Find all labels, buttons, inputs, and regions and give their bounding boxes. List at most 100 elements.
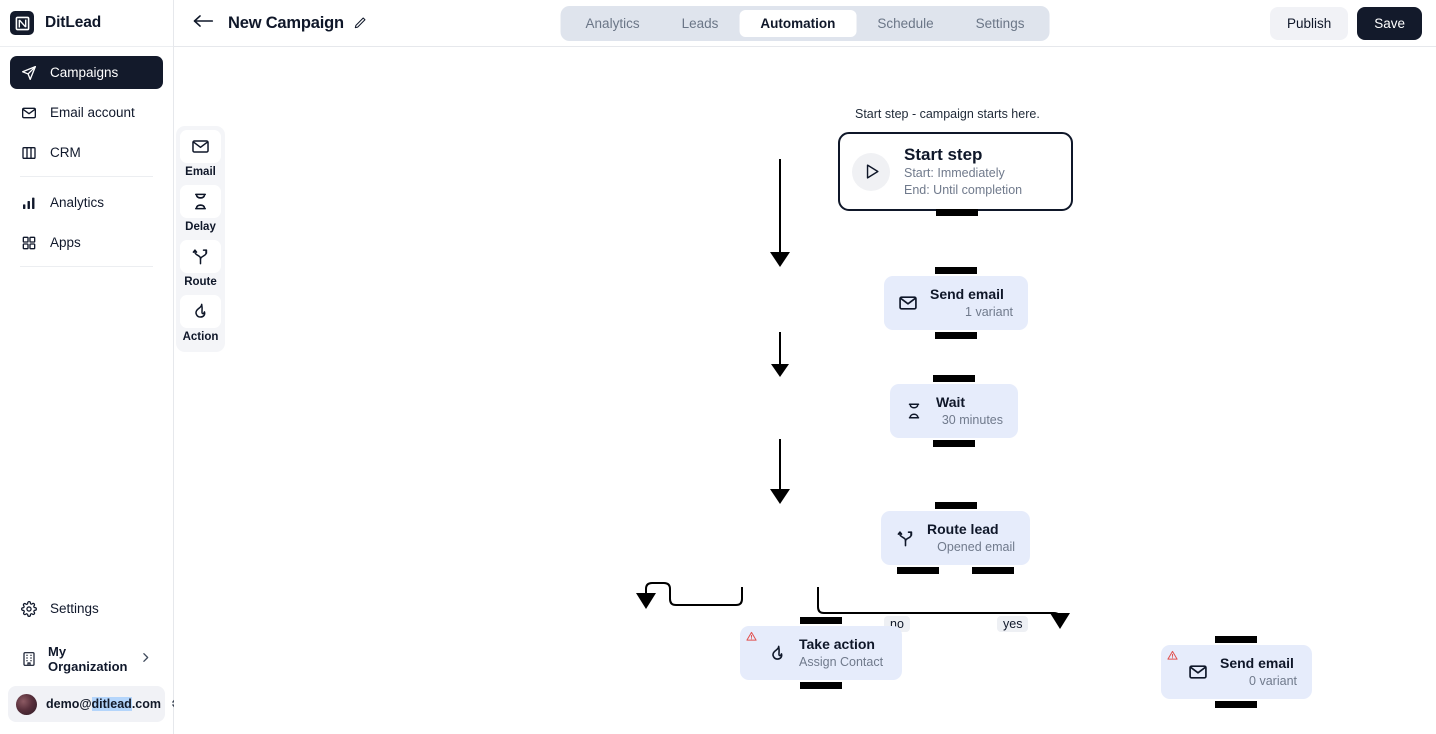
account-email-suffix: .com <box>131 697 162 711</box>
sidebar-item-apps[interactable]: Apps <box>10 226 163 259</box>
flame-icon <box>766 642 788 664</box>
publish-button[interactable]: Publish <box>1269 6 1349 40</box>
sidebar-item-campaigns[interactable]: Campaigns <box>10 56 163 89</box>
arrowhead <box>636 593 656 609</box>
sidebar-item-label: Campaigns <box>50 65 119 80</box>
node-palette: Email Delay Route Action <box>176 126 225 352</box>
node-handle-top[interactable] <box>1215 636 1257 643</box>
page-title: New Campaign <box>228 13 344 32</box>
logo-n-mark-icon <box>10 11 34 35</box>
palette-item-action[interactable]: Action <box>180 295 221 348</box>
hourglass-icon[interactable] <box>180 185 221 218</box>
palette-label: Route <box>184 276 217 288</box>
node-handle-bottom-yes[interactable] <box>972 567 1014 575</box>
sidebar-item-email-account[interactable]: Email account <box>10 96 163 129</box>
sidebar-item-label: CRM <box>50 145 81 160</box>
palette-label: Action <box>182 331 219 343</box>
node-handle-bottom-no[interactable] <box>897 567 939 575</box>
node-text: Start step Start: Immediately End: Until… <box>904 144 1022 199</box>
tab-leads[interactable]: Leads <box>661 10 740 37</box>
arrow-left-icon[interactable] <box>192 13 214 33</box>
node-body[interactable]: Route lead Opened email <box>881 502 1030 575</box>
save-button[interactable]: Save <box>1357 6 1422 40</box>
paper-plane-icon <box>21 65 37 81</box>
node-text: Route lead Opened email <box>927 521 1015 555</box>
sidebar-item-label: Apps <box>50 235 81 250</box>
node-subtitle-2: End: Until completion <box>904 183 1023 198</box>
account-email: demo@ditlead.com <box>46 697 161 711</box>
warning-triangle-icon <box>746 631 757 642</box>
node-route-lead[interactable]: Route lead Opened email <box>881 502 1030 575</box>
node-subtitle: Assign Contact <box>799 654 884 669</box>
palette-label: Email <box>185 166 216 178</box>
node-title: Wait <box>936 394 966 410</box>
tab-automation[interactable]: Automation <box>739 9 857 37</box>
sidebar-item-label: Analytics <box>50 195 105 210</box>
node-body[interactable]: Send email 1 variant <box>884 267 1028 340</box>
node-handle-bottom[interactable] <box>936 209 978 216</box>
automation-canvas[interactable]: Email Delay Route Action Start step - ca… <box>174 47 1436 734</box>
node-handle-bottom[interactable] <box>1215 701 1257 709</box>
node-text: Take action Assign Contact <box>799 636 887 670</box>
arrowhead <box>771 364 789 377</box>
node-subtitle-1: Start: Immediately <box>904 166 1005 181</box>
node-take-action[interactable]: Take action Assign Contact <box>740 617 902 690</box>
sidebar-divider-2 <box>20 266 153 267</box>
node-text: Send email 0 variant <box>1220 655 1297 689</box>
branch-arrow-icon[interactable] <box>180 240 221 273</box>
node-title: Take action <box>799 636 875 652</box>
sidebar-item-analytics[interactable]: Analytics <box>10 186 163 219</box>
node-handle-top[interactable] <box>934 502 977 509</box>
node-body[interactable]: Take action Assign Contact <box>740 617 902 690</box>
envelope-icon[interactable] <box>180 130 221 163</box>
node-body[interactable]: Start step Start: Immediately End: Until… <box>838 132 1073 216</box>
topbar: New Campaign Analytics Leads Automation … <box>174 0 1436 47</box>
node-body[interactable]: Send email 0 variant <box>1161 636 1312 709</box>
sidebar-item-label: Email account <box>50 105 135 120</box>
node-handle-top[interactable] <box>935 267 977 274</box>
palette-item-delay[interactable]: Delay <box>180 185 221 238</box>
grid-squares-icon <box>21 235 37 251</box>
node-send-email-2[interactable]: Send email 0 variant <box>1161 636 1312 709</box>
account-switcher[interactable]: demo@ditlead.com <box>8 686 179 722</box>
bar-chart-icon <box>21 195 37 211</box>
node-subtitle: 0 variant <box>1249 673 1297 688</box>
palette-item-route[interactable]: Route <box>180 240 221 293</box>
node-handle-top[interactable] <box>933 375 975 382</box>
play-icon <box>852 152 890 191</box>
branch-arrow-icon <box>894 527 916 549</box>
node-wait[interactable]: Wait 30 minutes <box>890 375 1018 448</box>
tab-analytics[interactable]: Analytics <box>565 10 661 37</box>
envelope-icon <box>897 292 919 314</box>
pencil-icon[interactable] <box>353 16 367 30</box>
building-icon <box>21 651 37 667</box>
node-start-step[interactable]: Start step Start: Immediately End: Until… <box>838 132 1073 216</box>
sidebar-item-organization[interactable]: My Organization <box>10 642 163 676</box>
node-handle-bottom[interactable] <box>935 332 977 340</box>
sidebar-nav: Campaigns Email account CRM Analytics Ap… <box>0 47 173 276</box>
chevron-right-icon <box>139 651 152 667</box>
node-body[interactable]: Wait 30 minutes <box>890 375 1018 448</box>
sidebar-item-settings[interactable]: Settings <box>10 592 163 625</box>
node-subtitle: Opened email <box>937 539 1015 554</box>
tab-settings[interactable]: Settings <box>955 10 1046 37</box>
node-handle-bottom[interactable] <box>933 440 975 448</box>
edge-label-yes: yes <box>997 616 1029 632</box>
columns-icon <box>21 145 37 161</box>
avatar <box>16 693 37 715</box>
envelope-icon <box>21 105 37 121</box>
flame-icon[interactable] <box>180 295 221 328</box>
node-handle-top[interactable] <box>800 617 842 624</box>
node-subtitle: 1 variant <box>965 304 1013 319</box>
sidebar-item-label: Settings <box>50 601 99 616</box>
brand[interactable]: DitLead <box>0 0 173 47</box>
node-send-email-1[interactable]: Send email 1 variant <box>884 267 1028 340</box>
tab-schedule[interactable]: Schedule <box>856 10 954 37</box>
sidebar-item-crm[interactable]: CRM <box>10 136 163 169</box>
node-handle-bottom[interactable] <box>800 682 842 690</box>
account-email-selected: ditlead <box>91 697 132 711</box>
start-caption: Start step - campaign starts here. <box>855 107 1040 121</box>
arrowhead <box>770 252 790 267</box>
palette-item-email[interactable]: Email <box>180 130 221 183</box>
sidebar: DitLead Campaigns Email account CRM Anal… <box>0 0 179 734</box>
